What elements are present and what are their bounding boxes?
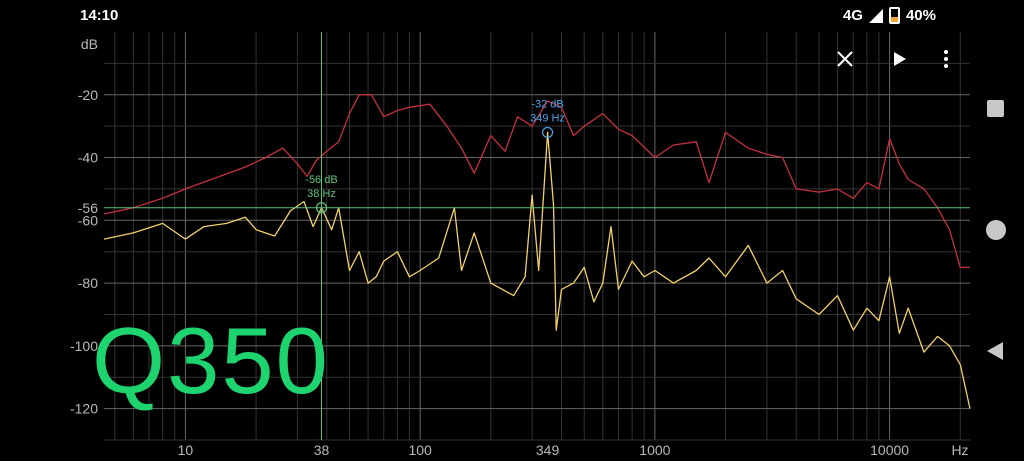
x-tick-label: 349	[536, 442, 560, 458]
y-tick-label: -60	[78, 212, 98, 228]
back-button[interactable]	[987, 342, 1003, 360]
nav-bar	[970, 0, 1024, 461]
x-tick-label: 1000	[639, 442, 670, 458]
more-vert-icon[interactable]	[931, 44, 961, 74]
y-axis-label: dB	[81, 36, 98, 52]
y-tick-label: -20	[78, 87, 98, 103]
x-tick-label: 10000	[870, 442, 909, 458]
close-icon[interactable]	[830, 44, 860, 74]
y-tick-label: -80	[78, 275, 98, 291]
x-axis-label: Hz	[951, 442, 968, 458]
cursor-db-label: -56 dB	[305, 174, 337, 186]
cursor-db-label: -32 dB	[531, 98, 563, 110]
y-tick-label: -40	[78, 150, 98, 166]
overlay-model-label: Q350	[92, 308, 330, 413]
play-icon[interactable]	[885, 44, 915, 74]
x-tick-label: 100	[408, 442, 432, 458]
cursor-hz-label: 349 Hz	[530, 112, 565, 124]
toolbar	[828, 44, 968, 74]
cursor-hz-label: 38 Hz	[307, 188, 336, 200]
x-tick-label: 10	[178, 442, 194, 458]
home-button[interactable]	[986, 220, 1006, 240]
x-tick-label: 38	[314, 442, 330, 458]
recents-button[interactable]	[987, 100, 1004, 117]
